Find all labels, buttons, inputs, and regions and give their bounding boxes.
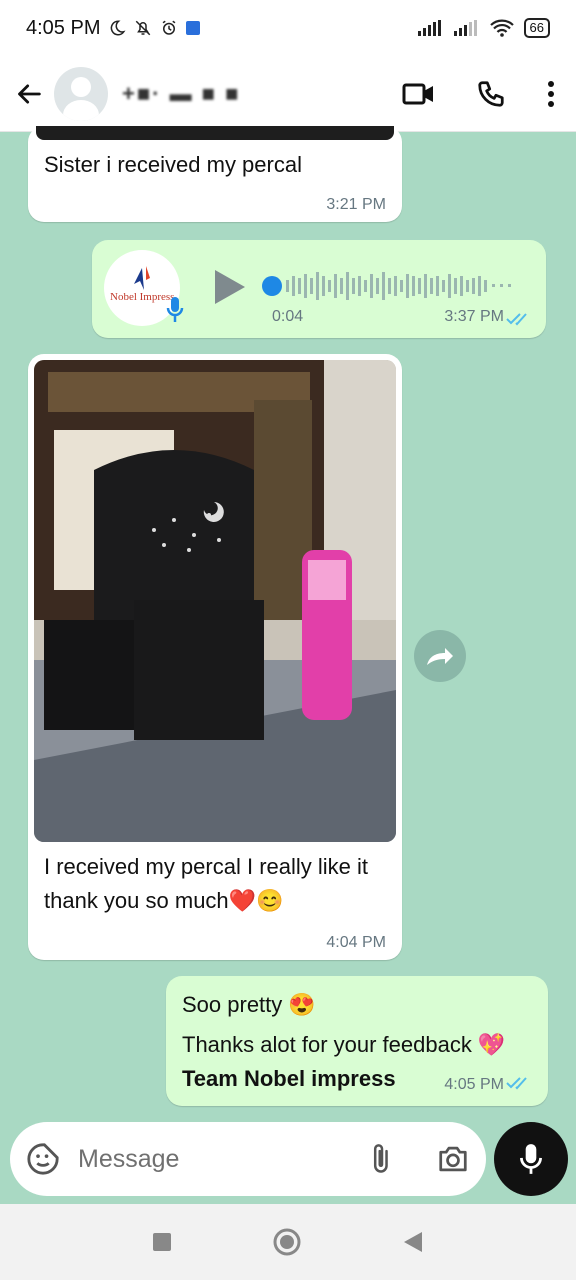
message-line-3: Team Nobel impress bbox=[182, 1066, 396, 1091]
status-bar: 4:05 PM 66 bbox=[0, 0, 576, 56]
play-icon[interactable] bbox=[212, 268, 246, 306]
home-nav-icon[interactable] bbox=[272, 1227, 302, 1257]
emoji-sticker-icon[interactable] bbox=[26, 1142, 60, 1176]
contact-avatar[interactable] bbox=[54, 66, 108, 121]
video-call-icon[interactable] bbox=[402, 81, 436, 107]
message-time: 4:04 PM bbox=[326, 934, 386, 951]
voice-message[interactable]: Nobel Impress 0:04 3:37 PM bbox=[92, 240, 546, 338]
phone-call-icon[interactable] bbox=[476, 79, 506, 109]
image-caption: I received my percal I really like it th… bbox=[44, 854, 368, 913]
muted-bell-icon bbox=[136, 20, 151, 36]
microphone-icon bbox=[520, 1144, 542, 1174]
forward-button[interactable] bbox=[414, 630, 466, 682]
incoming-message[interactable]: Sister i received my percal 3:21 PM bbox=[28, 126, 402, 222]
message-line-1: Soo pretty 😍 bbox=[182, 992, 316, 1017]
message-input[interactable]: Message bbox=[78, 1145, 368, 1174]
read-receipt-icon bbox=[506, 313, 527, 326]
back-arrow-icon[interactable] bbox=[14, 78, 46, 110]
outgoing-message[interactable]: Soo pretty 😍 Thanks alot for your feedba… bbox=[166, 976, 548, 1106]
contact-name[interactable]: +■· ▬ ■ ■ bbox=[122, 81, 322, 107]
moon-icon bbox=[111, 20, 126, 36]
attach-icon[interactable] bbox=[368, 1142, 396, 1176]
voice-record-button[interactable] bbox=[494, 1122, 568, 1196]
message-time: 4:05 PM bbox=[444, 1076, 504, 1093]
app-notification-icon bbox=[186, 21, 201, 35]
status-icons bbox=[108, 19, 201, 37]
voice-avatar-label: Nobel Impress bbox=[110, 291, 174, 303]
message-composer: Message bbox=[10, 1122, 486, 1196]
voice-waveform[interactable] bbox=[284, 268, 524, 304]
read-receipt-icon bbox=[506, 1077, 527, 1090]
alarm-icon bbox=[163, 20, 176, 35]
recents-nav-icon[interactable] bbox=[152, 1232, 172, 1252]
message-time: 3:37 PM bbox=[444, 308, 504, 325]
status-right: 66 bbox=[417, 18, 550, 38]
chat-area[interactable]: Sister i received my percal 3:21 PM Nobe… bbox=[0, 126, 576, 1122]
voice-duration: 0:04 bbox=[272, 308, 304, 325]
more-options-icon[interactable] bbox=[546, 79, 556, 109]
chat-header: +■· ▬ ■ ■ bbox=[0, 56, 576, 132]
wifi-icon bbox=[489, 19, 514, 37]
message-time: 3:21 PM bbox=[326, 196, 386, 213]
camera-icon[interactable] bbox=[436, 1144, 470, 1174]
message-line-2: Thanks alot for your feedback 💖 bbox=[182, 1032, 506, 1057]
photo-backpack-set[interactable] bbox=[34, 360, 396, 842]
message-text: Sister i received my percal bbox=[44, 152, 302, 177]
voice-progress-dot[interactable] bbox=[262, 276, 282, 296]
forward-icon bbox=[427, 648, 453, 665]
image-message[interactable]: I received my percal I really like it th… bbox=[28, 354, 402, 960]
status-time: 4:05 PM bbox=[26, 16, 101, 39]
image-preview-strip bbox=[36, 126, 394, 140]
back-nav-icon[interactable] bbox=[402, 1230, 424, 1254]
header-actions bbox=[402, 79, 562, 109]
signal-2-icon bbox=[453, 20, 477, 36]
system-nav-bar bbox=[0, 1204, 576, 1280]
signal-icon bbox=[417, 20, 441, 36]
mic-badge-icon bbox=[166, 297, 184, 322]
battery-indicator: 66 bbox=[523, 18, 550, 38]
